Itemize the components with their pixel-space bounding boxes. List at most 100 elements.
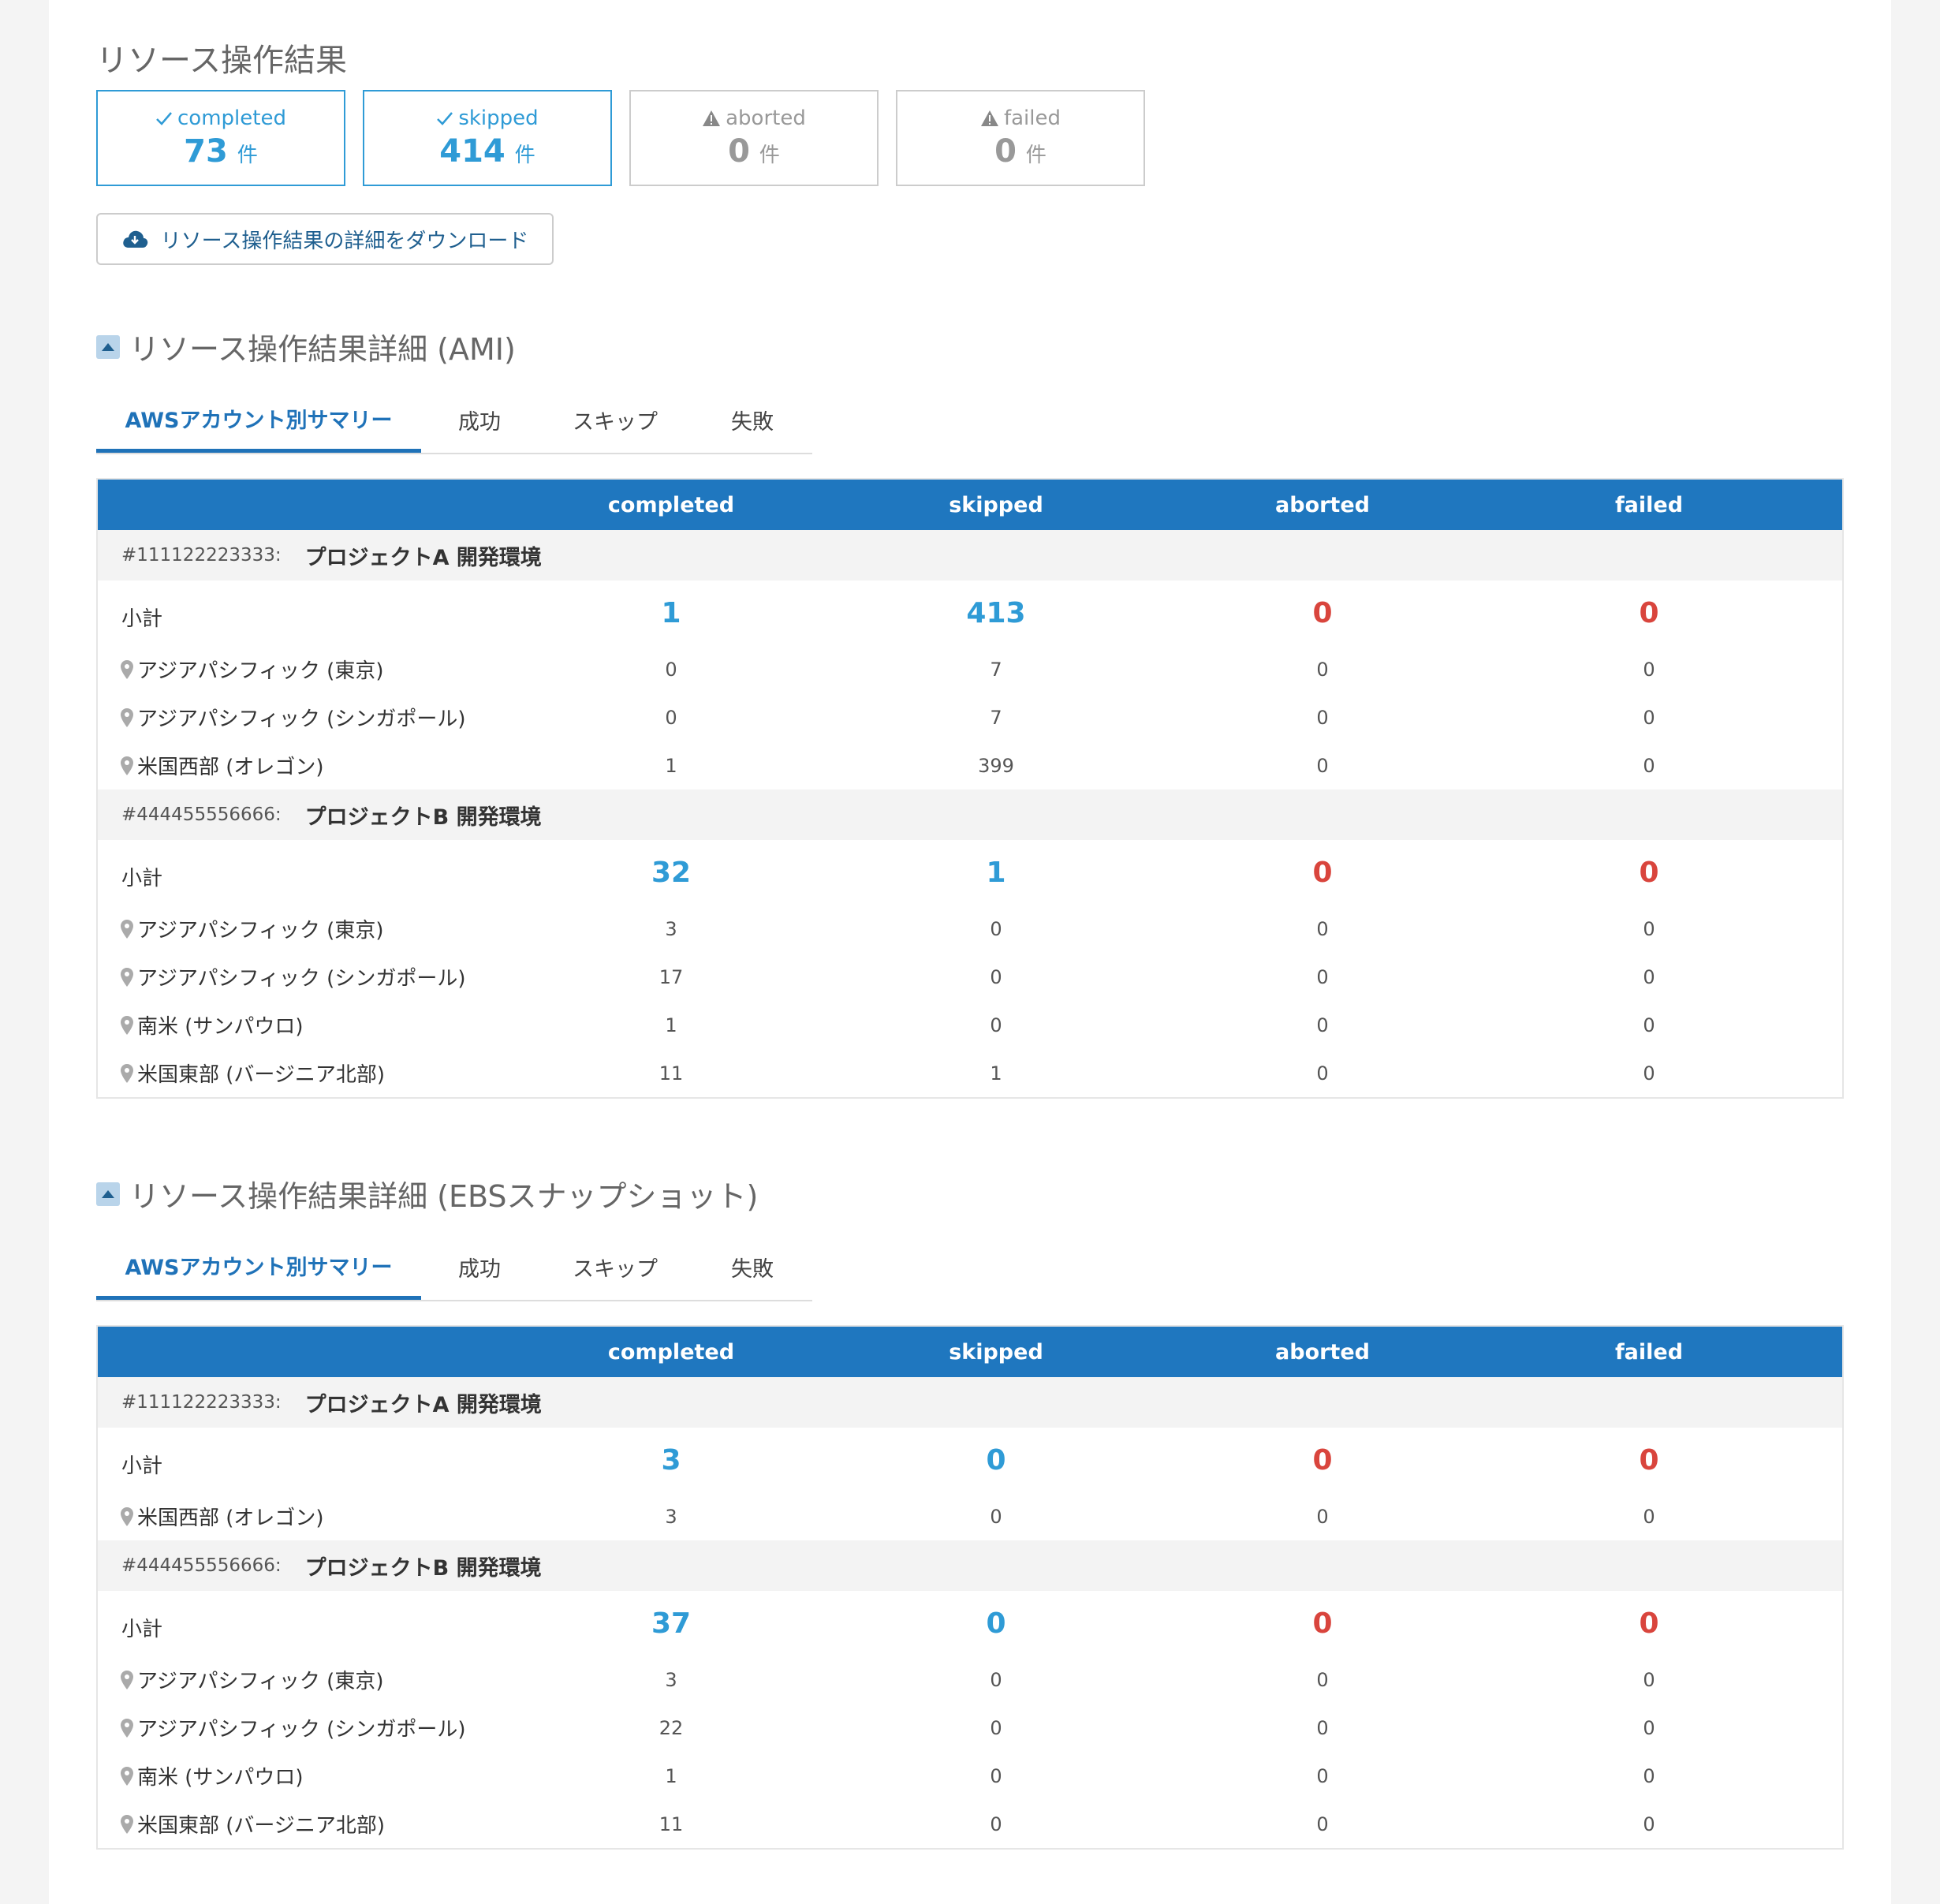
region-value: 0 [990,1014,1002,1036]
region-name: 米国東部 (バージニア北部) [137,1063,386,1087]
card-skipped[interactable]: skipped 414 件 [363,90,612,186]
card-label: aborted [726,106,806,130]
triangle-up-icon [102,1189,114,1198]
region-value: 0 [1316,754,1329,777]
region-row: 米国西部 (オレゴン) 3 0 0 0 [98,1492,1842,1540]
card-count: 0 [994,133,1017,170]
card-unit: 件 [1025,144,1046,167]
region-name: 南米 (サンパウロ) [137,1766,304,1790]
page-title: リソース操作結果 [96,43,347,79]
summary-table: completed skipped aborted failed #1111222233… [96,478,1844,1099]
column-header: completed [607,492,735,517]
card-completed[interactable]: completed 73 件 [96,90,345,186]
column-header: skipped [949,492,1043,517]
region-value: 0 [1316,1668,1329,1691]
download-details-button[interactable]: リソース操作結果の詳細をダウンロード [96,213,554,265]
region-row: アジアパシフィック (シンガポール) 0 7 0 0 [98,693,1842,741]
tab-1[interactable]: 成功 [421,388,538,451]
subtotal-value: 3 [661,1443,681,1477]
region-value: 0 [990,965,1002,988]
region-value: 399 [978,754,1014,777]
map-pin-icon [121,919,133,939]
map-pin-icon [121,1015,133,1035]
subtotal-row: 小計 3 0 0 0 [98,1428,1842,1492]
subtotal-label: 小計 [121,1454,163,1478]
card-failed[interactable]: failed 0 件 [896,90,1145,186]
region-value: 0 [1316,1716,1329,1739]
region-value: 0 [1643,754,1655,777]
subtotal-value: 0 [986,1607,1006,1640]
region-value: 0 [1316,1813,1329,1835]
region-value: 0 [1316,658,1329,681]
region-value: 3 [665,917,677,940]
subtotal-value: 1 [661,596,681,629]
map-pin-icon [121,1718,133,1738]
account-name: プロジェクトA 開発環境 [304,1392,542,1417]
tab-0[interactable]: AWSアカウント別サマリー [96,388,421,453]
subtotal-row: 小計 1 413 0 0 [98,581,1842,645]
region-name: アジアパシフィック (東京) [137,1670,384,1693]
subtotal-value: 0 [986,1443,1006,1477]
card-unit: 件 [237,144,258,167]
region-name: アジアパシフィック (シンガポール) [137,1718,466,1742]
region-value: 0 [1643,658,1655,681]
card-aborted[interactable]: aborted 0 件 [629,90,879,186]
subtotal-label: 小計 [121,1617,163,1641]
region-row: 南米 (サンパウロ) 1 0 0 0 [98,1001,1842,1049]
region-row: 米国東部 (バージニア北部) 11 0 0 0 [98,1800,1842,1848]
region-value: 3 [665,1668,677,1691]
region-value: 0 [990,1505,1002,1528]
region-value: 0 [1316,706,1329,729]
account-name: プロジェクトB 開発環境 [304,805,542,830]
card-label: skipped [458,106,539,130]
region-row: 米国東部 (バージニア北部) 11 1 0 0 [98,1049,1842,1097]
subtotal-value: 0 [1312,596,1333,629]
region-value: 1 [665,1014,677,1036]
card-count: 0 [728,133,750,170]
subtotal-value: 0 [1639,1443,1659,1477]
region-value: 0 [1316,917,1329,940]
region-value: 7 [990,658,1002,681]
subtotal-value: 0 [1639,1607,1659,1640]
section-title: リソース操作結果詳細 (EBSスナップショット) [129,1179,759,1214]
tab-3[interactable]: 失敗 [692,1235,812,1298]
account-row: #111122223333: プロジェクトA 開発環境 [98,1377,1842,1428]
map-pin-icon [121,1506,133,1526]
region-value: 0 [1316,1062,1329,1085]
map-pin-icon [121,1670,133,1689]
region-name: アジアパシフィック (シンガポール) [137,707,466,731]
tab-2[interactable]: スキップ [538,388,692,451]
tab-3[interactable]: 失敗 [692,388,812,451]
region-value: 0 [1643,1062,1655,1085]
tab-2[interactable]: スキップ [538,1235,692,1298]
region-value: 0 [1643,1764,1655,1787]
account-name: プロジェクトB 開発環境 [304,1555,542,1581]
region-value: 17 [658,965,684,988]
section-title: リソース操作結果詳細 (AMI) [129,332,516,367]
region-value: 0 [1643,917,1655,940]
region-value: 0 [1643,1505,1655,1528]
region-value: 0 [1643,1014,1655,1036]
region-value: 0 [1643,1716,1655,1739]
tab-0[interactable]: AWSアカウント別サマリー [96,1235,421,1300]
check-icon [156,112,172,125]
region-value: 0 [1316,1505,1329,1528]
region-value: 0 [665,706,677,729]
map-pin-icon [121,1063,133,1083]
region-name: 米国西部 (オレゴン) [137,756,324,779]
subtotal-value: 0 [1639,596,1659,629]
tab-1[interactable]: 成功 [421,1235,538,1298]
subtotal-value: 0 [1639,856,1659,889]
map-pin-icon [121,1766,133,1786]
collapse-toggle[interactable] [96,334,120,359]
region-row: アジアパシフィック (東京) 3 0 0 0 [98,1656,1842,1704]
region-row: アジアパシフィック (東京) 0 7 0 0 [98,645,1842,693]
region-row: アジアパシフィック (東京) 3 0 0 0 [98,905,1842,953]
summary-table: completed skipped aborted failed #1111222233… [96,1325,1844,1850]
subtotal-row: 小計 32 1 0 0 [98,840,1842,905]
collapse-toggle[interactable] [96,1182,120,1206]
download-label: リソース操作結果の詳細をダウンロード [160,229,529,253]
region-value: 11 [658,1062,684,1085]
triangle-up-icon [102,342,114,351]
region-value: 0 [1643,965,1655,988]
